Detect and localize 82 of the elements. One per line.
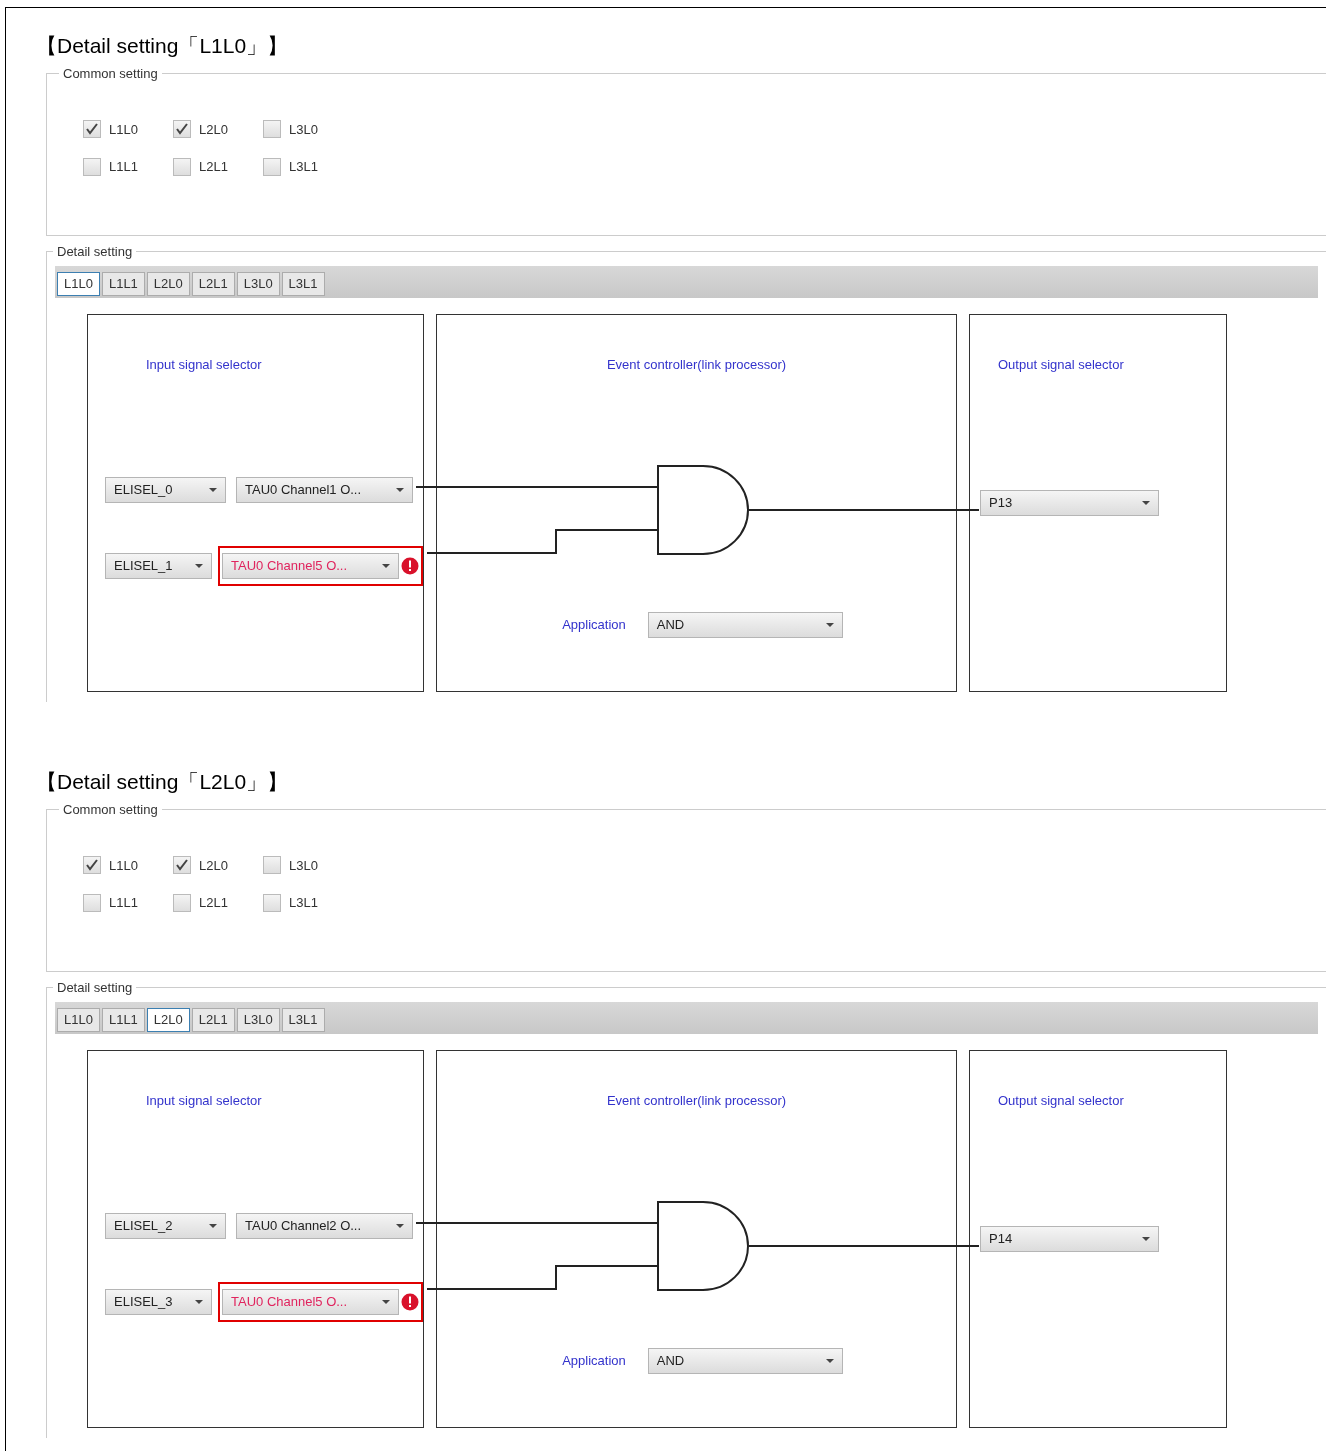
tab[interactable]: L2L0 [146,1007,190,1032]
checkbox[interactable] [83,120,101,139]
section-heading: 【Detail setting「L1L0」】 [36,33,290,59]
tab[interactable]: L3L0 [236,271,280,296]
and-gate-icon [657,1200,749,1291]
checkbox[interactable] [263,893,281,912]
checkbox[interactable] [83,157,101,176]
caret-icon [209,1224,217,1228]
checkbox-label: L3L0 [289,856,318,875]
checkbox-label: L1L0 [109,120,138,139]
application-label: Application [562,616,626,635]
checkbox[interactable] [173,120,191,139]
group-title: Common setting [62,65,159,83]
caret-icon [195,564,203,568]
error-icon [401,557,419,575]
group-title: Detail setting [56,979,134,997]
signal-dropdown[interactable]: TAU0 Channel1 O... [236,477,413,503]
checkbox-label: L2L1 [199,894,228,912]
tab[interactable]: L3L0 [236,1007,280,1032]
checkmark-icon [85,122,99,137]
checkbox[interactable] [83,856,101,875]
checkbox-label: L2L0 [199,120,228,139]
application-dropdown[interactable]: AND [647,1348,843,1374]
panel-title: Event controller(link processor) [606,355,787,374]
group-title: Detail setting [56,243,134,261]
tab[interactable]: L3L1 [281,271,325,296]
selector-dropdown[interactable]: ELISEL_1 [105,553,212,579]
checkbox[interactable] [173,893,191,912]
error-icon [401,1293,419,1311]
output-dropdown[interactable]: P14 [980,1226,1159,1252]
caret-icon [209,488,217,492]
group-title: Common setting [62,801,159,819]
caret-icon [195,1300,203,1304]
checkmark-icon [175,858,189,873]
tab[interactable]: L1L1 [101,1007,145,1032]
section-heading: 【Detail setting「L2L0」】 [36,769,290,795]
checkbox[interactable] [263,856,281,875]
application-dropdown[interactable]: AND [647,612,843,638]
tab[interactable]: L1L0 [57,271,100,296]
checkbox[interactable] [173,157,191,176]
selector-dropdown[interactable]: ELISEL_3 [105,1289,212,1315]
signal-dropdown[interactable]: TAU0 Channel2 O... [236,1213,413,1239]
panel-title: Event controller(link processor) [606,1091,787,1110]
checkmark-icon [175,122,189,137]
panel-title: Output signal selector [998,355,1125,374]
caret-icon [396,488,404,492]
application-label: Application [562,1352,626,1371]
output-dropdown[interactable]: P13 [980,490,1159,516]
checkbox-label: L3L1 [289,158,318,176]
checkbox[interactable] [263,157,281,176]
caret-icon [382,1300,390,1304]
caret-icon [1142,1237,1150,1241]
checkbox[interactable] [83,893,101,912]
caret-icon [825,623,834,627]
checkbox[interactable] [173,856,191,875]
tab[interactable]: L2L1 [191,1007,235,1032]
tab[interactable]: L3L1 [281,1007,325,1032]
checkmark-icon [85,858,99,873]
tab[interactable]: L2L1 [191,271,235,296]
caret-icon [382,564,390,568]
caret-icon [1142,501,1150,505]
caret-icon [825,1359,834,1363]
selector-dropdown[interactable]: ELISEL_2 [105,1213,226,1239]
checkbox-label: L1L0 [109,856,138,875]
tab[interactable]: L2L0 [146,271,190,296]
checkbox-label: L1L1 [109,158,138,176]
checkbox-label: L2L0 [199,856,228,875]
tab[interactable]: L1L1 [101,271,145,296]
panel-title: Output signal selector [998,1091,1125,1110]
checkbox-label: L3L0 [289,120,318,139]
checkbox-label: L2L1 [199,158,228,176]
and-gate-icon [657,464,749,555]
caret-icon [396,1224,404,1228]
selector-dropdown[interactable]: ELISEL_0 [105,477,226,503]
checkbox-label: L3L1 [289,894,318,912]
checkbox-label: L1L1 [109,894,138,912]
checkbox[interactable] [263,120,281,139]
signal-dropdown[interactable]: TAU0 Channel5 O... [222,1289,399,1315]
tab[interactable]: L1L0 [57,1007,100,1032]
panel-title: Input signal selector [146,1091,263,1110]
panel-title: Input signal selector [146,355,263,374]
signal-dropdown[interactable]: TAU0 Channel5 O... [222,553,399,579]
